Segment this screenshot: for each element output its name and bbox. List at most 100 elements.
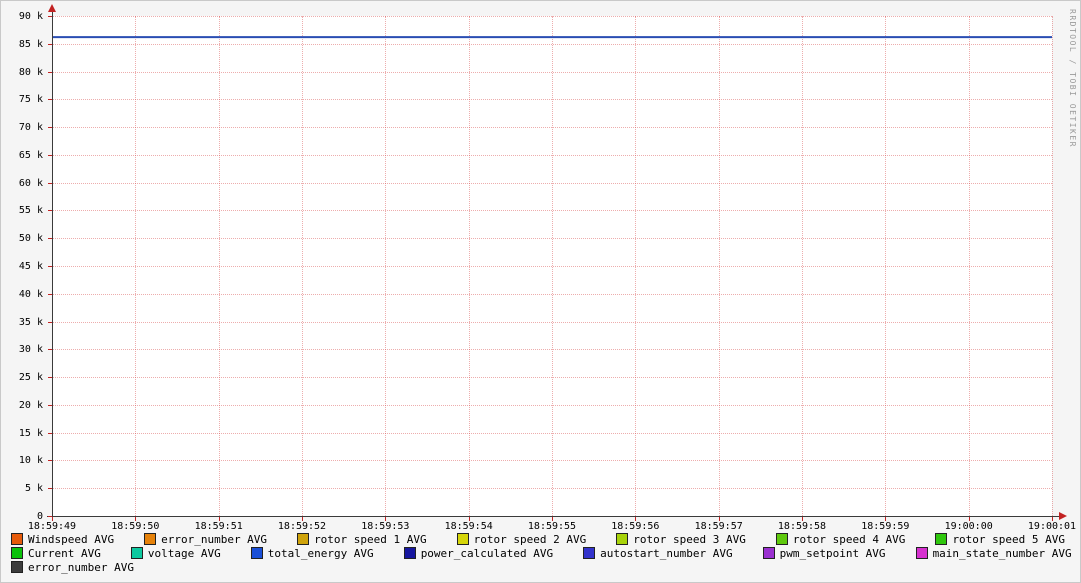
legend-row: error_number AVG	[11, 560, 1074, 574]
y-tick-label: 55 k	[1, 205, 43, 216]
x-tick-label: 18:59:55	[528, 521, 576, 532]
x-tick-mark	[469, 517, 470, 521]
x-tick-mark	[219, 517, 220, 521]
y-tick-label: 50 k	[1, 233, 43, 244]
legend-label: error_number AVG	[161, 533, 267, 546]
series-layer	[52, 16, 1052, 516]
legend-label: autostart_number AVG	[600, 547, 732, 560]
y-tick-label: 60 k	[1, 178, 43, 189]
y-tick-label: 65 k	[1, 150, 43, 161]
legend-swatch-icon	[776, 533, 788, 545]
y-tick-label: 10 k	[1, 455, 43, 466]
chart-plot-area	[52, 16, 1052, 516]
y-tick-mark	[48, 238, 52, 239]
legend-label: rotor speed 3 AVG	[633, 533, 746, 546]
x-tick-mark	[635, 517, 636, 521]
x-tick-label: 18:59:50	[111, 521, 159, 532]
y-tick-label: 85 k	[1, 39, 43, 50]
y-tick-mark	[48, 433, 52, 434]
legend-item: main_state_number AVG	[916, 547, 1072, 560]
legend-swatch-icon	[763, 547, 775, 559]
legend-item: error_number AVG	[11, 561, 134, 574]
legend-row: Windspeed AVG error_number AVG rotor speed…	[11, 532, 1074, 546]
x-tick-label: 18:59:49	[28, 521, 76, 532]
y-axis-line	[52, 11, 53, 517]
v-gridline	[1052, 16, 1053, 516]
x-tick-label: 18:59:56	[611, 521, 659, 532]
y-tick-label: 5 k	[1, 483, 43, 494]
x-tick-label: 18:59:51	[195, 521, 243, 532]
y-tick-mark	[48, 16, 52, 17]
legend-label: rotor speed 2 AVG	[474, 533, 587, 546]
x-axis-arrow-icon	[1059, 512, 1067, 520]
legend-swatch-icon	[457, 533, 469, 545]
y-tick-mark	[48, 155, 52, 156]
y-axis-arrow-icon	[48, 4, 56, 12]
legend-item: rotor speed 1 AVG	[297, 533, 427, 546]
y-tick-label: 15 k	[1, 428, 43, 439]
y-tick-mark	[48, 294, 52, 295]
y-tick-label: 20 k	[1, 400, 43, 411]
legend-label: Windspeed AVG	[28, 533, 114, 546]
legend-item: voltage AVG	[131, 547, 221, 560]
y-tick-label: 70 k	[1, 122, 43, 133]
x-tick-mark	[719, 517, 720, 521]
legend-item: rotor speed 5 AVG	[935, 533, 1065, 546]
y-tick-label: 80 k	[1, 67, 43, 78]
y-tick-mark	[48, 183, 52, 184]
x-tick-label: 18:59:59	[861, 521, 909, 532]
legend-row: Current AVG voltage AVG total_energy AVG po…	[11, 546, 1074, 560]
x-tick-label: 18:59:52	[278, 521, 326, 532]
x-tick-label: 18:59:58	[778, 521, 826, 532]
legend-item: rotor speed 3 AVG	[616, 533, 746, 546]
y-tick-mark	[48, 405, 52, 406]
rrdtool-graph: 05 k10 k15 k20 k25 k30 k35 k40 k45 k50 k…	[0, 0, 1081, 583]
x-tick-label: 18:59:57	[695, 521, 743, 532]
legend-item: rotor speed 2 AVG	[457, 533, 587, 546]
y-tick-mark	[48, 460, 52, 461]
x-tick-mark	[802, 517, 803, 521]
legend-swatch-icon	[935, 533, 947, 545]
legend-swatch-icon	[11, 547, 23, 559]
x-tick-mark	[385, 517, 386, 521]
legend-swatch-icon	[11, 561, 23, 573]
legend-label: Current AVG	[28, 547, 101, 560]
y-tick-mark	[48, 377, 52, 378]
legend-label: rotor speed 5 AVG	[952, 533, 1065, 546]
legend-swatch-icon	[251, 547, 263, 559]
legend-swatch-icon	[144, 533, 156, 545]
legend-swatch-icon	[297, 533, 309, 545]
x-tick-label: 19:00:01	[1028, 521, 1076, 532]
y-tick-mark	[48, 488, 52, 489]
y-tick-mark	[48, 44, 52, 45]
rrdtool-watermark: RRDTOOL / TOBI OETIKER	[1068, 9, 1077, 148]
legend-swatch-icon	[404, 547, 416, 559]
x-tick-label: 18:59:54	[445, 521, 493, 532]
legend-item: error_number AVG	[144, 533, 267, 546]
y-tick-mark	[48, 72, 52, 73]
x-tick-mark	[135, 517, 136, 521]
legend-swatch-icon	[131, 547, 143, 559]
legend-label: pwm_setpoint AVG	[780, 547, 886, 560]
legend-label: error_number AVG	[28, 561, 134, 574]
y-tick-label: 45 k	[1, 261, 43, 272]
legend-label: rotor speed 4 AVG	[793, 533, 906, 546]
legend-item: autostart_number AVG	[583, 547, 732, 560]
x-tick-mark	[885, 517, 886, 521]
legend-item: rotor speed 4 AVG	[776, 533, 906, 546]
y-tick-mark	[48, 349, 52, 350]
legend-item: pwm_setpoint AVG	[763, 547, 886, 560]
legend-label: rotor speed 1 AVG	[314, 533, 427, 546]
legend-item: Current AVG	[11, 547, 101, 560]
legend-swatch-icon	[616, 533, 628, 545]
x-tick-mark	[302, 517, 303, 521]
x-tick-mark	[1052, 517, 1053, 521]
legend-swatch-icon	[11, 533, 23, 545]
y-tick-label: 75 k	[1, 94, 43, 105]
legend-item: power_calculated AVG	[404, 547, 553, 560]
x-axis-line	[47, 516, 1060, 517]
legend-label: total_energy AVG	[268, 547, 374, 560]
legend-swatch-icon	[916, 547, 928, 559]
legend-label: power_calculated AVG	[421, 547, 553, 560]
legend-label: voltage AVG	[148, 547, 221, 560]
